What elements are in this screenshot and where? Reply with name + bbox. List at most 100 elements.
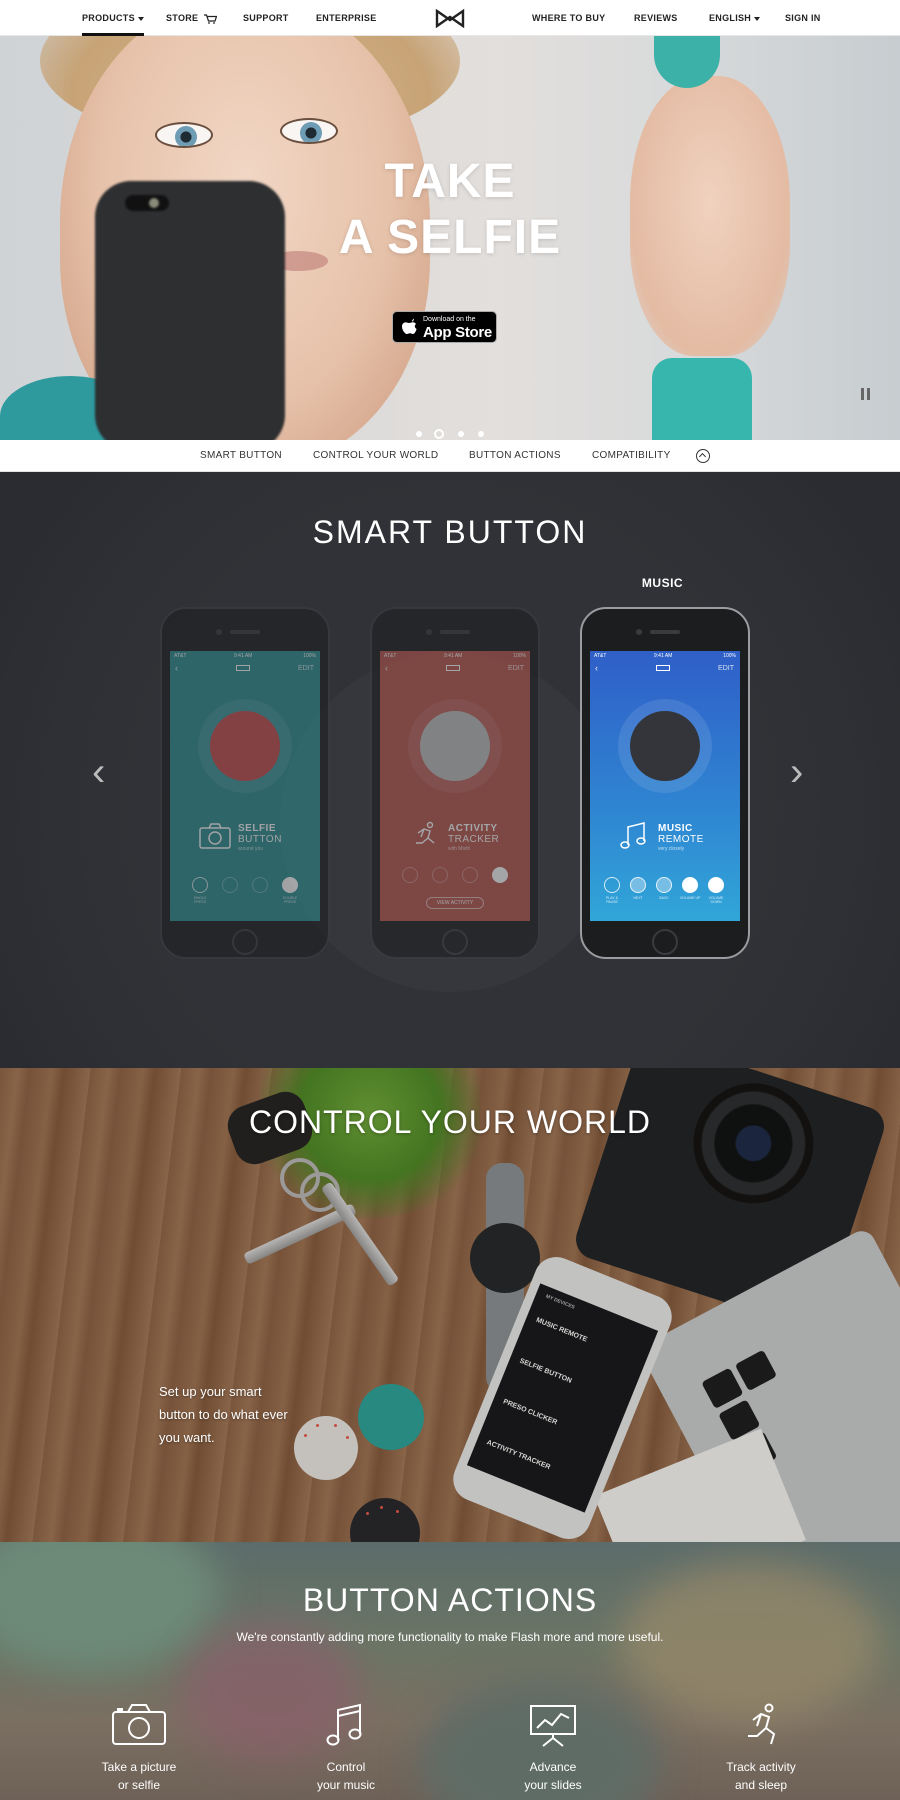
option-play-pause[interactable] [604, 877, 620, 893]
nav-reviews[interactable]: REVIEWS [634, 0, 678, 36]
home-button [652, 929, 678, 955]
option-next[interactable] [630, 877, 646, 893]
music-note-icon [326, 1703, 362, 1746]
home-button [232, 929, 258, 955]
pause-icon[interactable] [861, 388, 870, 400]
phone-camera-icon [125, 195, 169, 211]
home-button [442, 929, 468, 955]
control-your-world-section: MY DEVICES MUSIC REMOTE SELFIE BUTTON PR… [0, 1068, 900, 1542]
top-navigation: PRODUCTS STORE SUPPORT ENTERPRISE WHERE … [0, 0, 900, 36]
nav-products[interactable]: PRODUCTS [82, 0, 144, 36]
hero-sleeve [652, 358, 752, 440]
subnav-smart-button[interactable]: SMART BUTTON [200, 440, 282, 472]
subnav-button-actions[interactable]: BUTTON ACTIONS [469, 440, 561, 472]
option-single-press[interactable] [192, 877, 208, 893]
action-control-music[interactable]: Control your music [266, 1702, 426, 1794]
actions-title: BUTTON ACTIONS [302, 1582, 598, 1618]
camera-icon [112, 1704, 166, 1745]
nav-where-to-buy[interactable]: WHERE TO BUY [532, 0, 605, 36]
actions-subtitle: We're constantly adding more functionali… [236, 1630, 664, 1644]
flash-disc-black [618, 699, 712, 793]
subnav-compatibility[interactable]: COMPATIBILITY [592, 440, 671, 472]
phone-music[interactable]: AT&T 9:41 AM 100% ‹ EDIT MUSIC REMOTE very… [580, 607, 750, 959]
function-name: SELFIE [238, 823, 277, 834]
cart-icon [204, 14, 218, 24]
app-store-big-text: App Store [423, 324, 492, 341]
camera-icon [199, 823, 231, 849]
press-options: SINGLE PRESS DOUBLE PRESS [182, 877, 312, 907]
edit-link[interactable]: EDIT [508, 665, 524, 672]
misfit-logo-icon[interactable] [435, 8, 465, 28]
app-store-button[interactable]: Download on the App Store [392, 311, 497, 343]
phone-screen: AT&T 9:41 AM 100% ‹ EDIT SELFIE BUTTON aro… [170, 651, 320, 921]
hero-eye-left [155, 122, 213, 148]
back-icon[interactable]: ‹ [595, 663, 598, 673]
carousel-dot-2[interactable] [434, 429, 444, 439]
smart-button-section: SMART BUTTON MUSIC ‹ › AT&T 9:41 AM 100% ‹… [0, 472, 900, 1068]
hero-banner: TAKE A SELFIE Download on the App Store [0, 36, 900, 440]
action-track-activity[interactable]: Track activity and sleep [681, 1702, 841, 1794]
option-double-press[interactable] [282, 877, 298, 893]
option-1[interactable] [402, 867, 418, 883]
world-description: Set up your smart button to do what ever… [159, 1384, 288, 1445]
option-4[interactable] [492, 867, 508, 883]
function-name: ACTIVITY [448, 823, 498, 834]
action-take-picture[interactable]: Take a picture or selfie [59, 1702, 219, 1794]
press-options: PLAY & PAUSE NEXT BACK VOLUME UP VOLUME … [598, 877, 738, 907]
nav-language[interactable]: ENGLISH [709, 0, 761, 36]
hero-eye-right [280, 118, 338, 144]
nav-support[interactable]: SUPPORT [243, 0, 289, 36]
carousel-dot-1[interactable] [416, 431, 422, 437]
subnav-control-your-world[interactable]: CONTROL YOUR WORLD [313, 440, 438, 472]
option-volume-down[interactable] [708, 877, 724, 893]
nav-store[interactable]: STORE [166, 0, 218, 36]
chevron-down-icon [754, 16, 761, 21]
action-label: Control your music [316, 1760, 375, 1792]
back-icon[interactable]: ‹ [175, 663, 178, 673]
chevron-down-icon [137, 16, 144, 21]
press-options [392, 867, 522, 897]
nav-sign-in[interactable]: SIGN IN [785, 0, 821, 36]
flash-disc-red [198, 699, 292, 793]
function-subtitle: very closely [658, 846, 685, 852]
action-advance-slides[interactable]: Advance your slides [473, 1702, 633, 1794]
option-3[interactable] [462, 867, 478, 883]
carousel-dot-3[interactable] [458, 431, 464, 437]
hero-title-line1: TAKE [384, 155, 516, 208]
chevron-up-icon[interactable] [696, 449, 710, 463]
action-label: Take a picture or selfie [101, 1760, 177, 1792]
hero-phone-image [95, 181, 285, 440]
function-name-2: BUTTON [238, 834, 282, 845]
carousel-prev-arrow-icon[interactable]: ‹ [92, 752, 105, 792]
active-function-label: MUSIC [641, 576, 684, 590]
running-person-icon [748, 1703, 776, 1745]
function-subtitle: around you [238, 846, 264, 852]
function-name-2: TRACKER [448, 834, 500, 845]
edit-link[interactable]: EDIT [718, 665, 734, 672]
section-navigation: SMART BUTTON CONTROL YOUR WORLD BUTTON A… [0, 440, 900, 472]
phone-activity[interactable]: AT&T 9:41 AM 100% ‹ EDIT ACTIVITY TRACKER … [370, 607, 540, 959]
nav-enterprise[interactable]: ENTERPRISE [316, 0, 377, 36]
back-icon[interactable]: ‹ [385, 663, 388, 673]
option-2[interactable] [222, 877, 238, 893]
carousel-next-arrow-icon[interactable]: › [790, 752, 803, 792]
apple-icon [402, 318, 417, 334]
nav-products-label: PRODUCTS [82, 13, 135, 23]
world-title: CONTROL YOUR WORLD [248, 1104, 652, 1140]
edit-link[interactable]: EDIT [298, 665, 314, 672]
phone-selfie[interactable]: AT&T 9:41 AM 100% ‹ EDIT SELFIE BUTTON aro… [160, 607, 330, 959]
hero-title-line2: A SELFIE [338, 211, 562, 264]
option-2[interactable] [432, 867, 448, 883]
carousel-dots [412, 429, 492, 439]
carousel-dot-4[interactable] [478, 431, 484, 437]
option-volume-up[interactable] [682, 877, 698, 893]
function-name: MUSIC [658, 823, 693, 834]
hero-title: TAKE A SELFIE [300, 154, 600, 266]
view-activity-button[interactable]: VIEW ACTIVITY [426, 897, 484, 909]
hero-hand [630, 76, 790, 356]
button-actions-section: BUTTON ACTIONS We're constantly adding m… [0, 1542, 900, 1800]
option-3[interactable] [252, 877, 268, 893]
phone-screen: AT&T 9:41 AM 100% ‹ EDIT ACTIVITY TRACKER … [380, 651, 530, 921]
option-back[interactable] [656, 877, 672, 893]
flash-disc-grey [408, 699, 502, 793]
